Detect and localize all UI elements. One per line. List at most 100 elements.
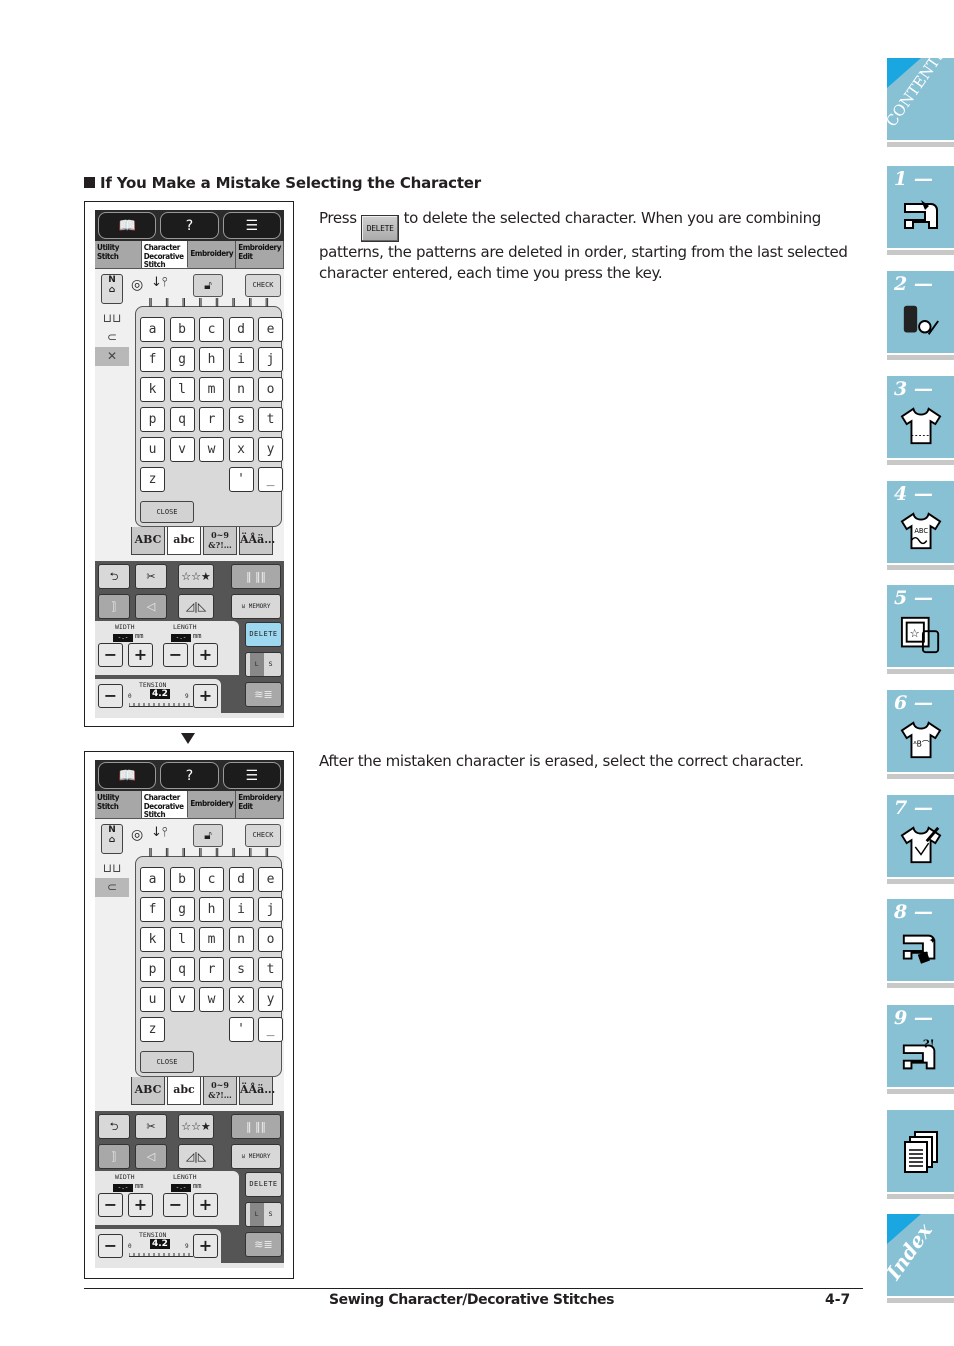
thread-cutter-button[interactable]: ✂ <box>135 1114 167 1139</box>
help-machine-button[interactable]: ? <box>160 762 219 789</box>
char-key-a[interactable]: a <box>140 317 165 342</box>
length-decrease-button[interactable]: − <box>163 1193 188 1217</box>
char-key-underscore[interactable]: _ <box>258 1017 283 1042</box>
reverse-stitch-button[interactable]: ⮌ <box>98 1114 130 1139</box>
char-key-j[interactable]: j <box>258 897 283 922</box>
memory-button[interactable]: ⊍ MEMORY <box>231 1144 281 1169</box>
horizontal-mirror-button[interactable]: ◁ <box>135 1144 167 1169</box>
length-decrease-button[interactable]: − <box>163 643 188 667</box>
char-key-l[interactable]: l <box>169 377 195 402</box>
char-key-w[interactable]: w <box>199 987 224 1012</box>
nav-tab-index[interactable]: Index <box>881 1214 954 1303</box>
char-key-z[interactable]: z <box>140 1017 165 1042</box>
charset-tab-numbers-symbols[interactable]: 0~9 &?!… <box>203 527 237 555</box>
double-u-icon[interactable]: ⊔⊔ <box>95 859 129 878</box>
check-button[interactable]: CHECK <box>245 824 281 847</box>
char-key-u[interactable]: u <box>140 987 165 1012</box>
elongation-button[interactable]: ⟧ <box>98 1144 130 1169</box>
tension-increase-button[interactable]: + <box>193 684 218 708</box>
width-decrease-button[interactable]: − <box>98 643 123 667</box>
char-key-y[interactable]: y <box>258 437 283 462</box>
char-key-f[interactable]: f <box>140 897 165 922</box>
needle-mode-button[interactable]: ‖ ‖‖ <box>231 564 281 589</box>
reverse-stitch-button[interactable]: ⮌ <box>98 564 130 589</box>
charset-tab-uppercase[interactable]: ABC <box>131 527 165 555</box>
nav-tab-chapter-1[interactable]: 1 — <box>887 166 954 255</box>
char-key-k[interactable]: k <box>140 927 165 952</box>
char-key-y[interactable]: y <box>258 987 283 1012</box>
delete-button[interactable]: DELETE <box>245 622 282 647</box>
char-key-k[interactable]: k <box>140 377 165 402</box>
char-key-h[interactable]: h <box>199 897 224 922</box>
char-key-t[interactable]: t <box>258 957 283 982</box>
tab-embroidery-edit[interactable]: Embroidery Edit <box>236 791 284 818</box>
char-key-i[interactable]: i <box>228 897 254 922</box>
char-key-b[interactable]: b <box>169 317 195 342</box>
char-key-f[interactable]: f <box>140 347 165 372</box>
char-key-u[interactable]: u <box>140 437 165 462</box>
char-key-d[interactable]: d <box>228 317 254 342</box>
elongation-button[interactable]: ⟧ <box>98 594 130 619</box>
char-key-t[interactable]: t <box>258 407 283 432</box>
char-key-c[interactable]: c <box>199 867 224 892</box>
tension-increase-button[interactable]: + <box>193 1234 218 1258</box>
char-key-n[interactable]: n <box>228 927 254 952</box>
needle-mode-button[interactable]: ‖ ‖‖ <box>231 1114 281 1139</box>
stitch-length-ls-button[interactable]: LS <box>245 652 282 677</box>
settings-list-button[interactable]: ☰ <box>222 762 281 789</box>
length-increase-button[interactable]: + <box>193 643 218 667</box>
char-key-n[interactable]: n <box>228 377 254 402</box>
stitch-density-button[interactable]: ≋≣ <box>245 682 282 707</box>
stitch-density-button[interactable]: ≋≣ <box>245 1232 282 1257</box>
nav-tab-chapter-3[interactable]: 3 — <box>887 376 954 465</box>
char-key-h[interactable]: h <box>199 347 224 372</box>
charset-tab-lowercase[interactable]: abc <box>167 527 201 555</box>
tab-embroidery[interactable]: Embroidery <box>188 791 237 818</box>
char-key-w[interactable]: w <box>199 437 224 462</box>
char-key-q[interactable]: q <box>169 957 195 982</box>
char-key-p[interactable]: p <box>140 407 165 432</box>
tab-character-decorative-stitch[interactable]: Character Decorative Stitch <box>141 791 189 819</box>
char-key-apostrophe[interactable]: ' <box>228 467 254 492</box>
nav-tab-chapter-6[interactable]: 6 — ᴬB⌒ <box>887 690 954 779</box>
char-key-o[interactable]: o <box>258 377 283 402</box>
horizontal-mirror-button[interactable]: ◁ <box>135 594 167 619</box>
pattern-repeat-button[interactable]: ☆☆★ <box>178 564 214 589</box>
tab-utility-stitch[interactable]: Utility Stitch <box>95 241 142 268</box>
char-key-v[interactable]: v <box>169 437 195 462</box>
charset-tab-numbers-symbols[interactable]: 0~9 &?!… <box>203 1077 237 1105</box>
char-key-v[interactable]: v <box>169 987 195 1012</box>
char-key-m[interactable]: m <box>199 377 224 402</box>
char-key-p[interactable]: p <box>140 957 165 982</box>
x-icon[interactable]: ✕ <box>95 347 129 366</box>
memory-button[interactable]: ⊍ MEMORY <box>231 594 281 619</box>
delete-button[interactable]: DELETE <box>245 1172 282 1197</box>
nav-tab-chapter-7[interactable]: 7 — <box>887 795 954 884</box>
char-key-r[interactable]: r <box>199 957 224 982</box>
char-key-x[interactable]: x <box>228 987 254 1012</box>
close-button[interactable]: CLOSE <box>140 501 194 523</box>
c-shape-icon[interactable]: ⊂ <box>95 328 129 347</box>
char-key-l[interactable]: l <box>169 927 195 952</box>
tension-decrease-button[interactable]: − <box>98 1234 123 1258</box>
width-increase-button[interactable]: + <box>128 1193 153 1217</box>
tab-character-decorative-stitch[interactable]: Character Decorative Stitch <box>141 241 189 269</box>
vertical-mirror-button[interactable]: ◿|◺ <box>178 1144 214 1169</box>
check-button[interactable]: CHECK <box>245 274 281 297</box>
vertical-mirror-button[interactable]: ◿|◺ <box>178 594 214 619</box>
tab-embroidery[interactable]: Embroidery <box>188 241 237 268</box>
width-decrease-button[interactable]: − <box>98 1193 123 1217</box>
char-key-e[interactable]: e <box>258 317 283 342</box>
charset-tab-lowercase[interactable]: abc <box>167 1077 201 1105</box>
close-button[interactable]: CLOSE <box>140 1051 194 1073</box>
char-key-g[interactable]: g <box>169 347 195 372</box>
length-increase-button[interactable]: + <box>193 1193 218 1217</box>
nav-tab-contents[interactable]: CONTENTS <box>882 45 954 147</box>
nav-tab-appendix[interactable] <box>887 1110 954 1199</box>
charset-tab-accented[interactable]: ÄÅä… <box>239 527 275 555</box>
char-key-m[interactable]: m <box>199 927 224 952</box>
help-machine-button[interactable]: ? <box>160 212 219 239</box>
char-key-underscore[interactable]: _ <box>258 467 283 492</box>
char-key-s[interactable]: s <box>228 407 254 432</box>
width-increase-button[interactable]: + <box>128 643 153 667</box>
